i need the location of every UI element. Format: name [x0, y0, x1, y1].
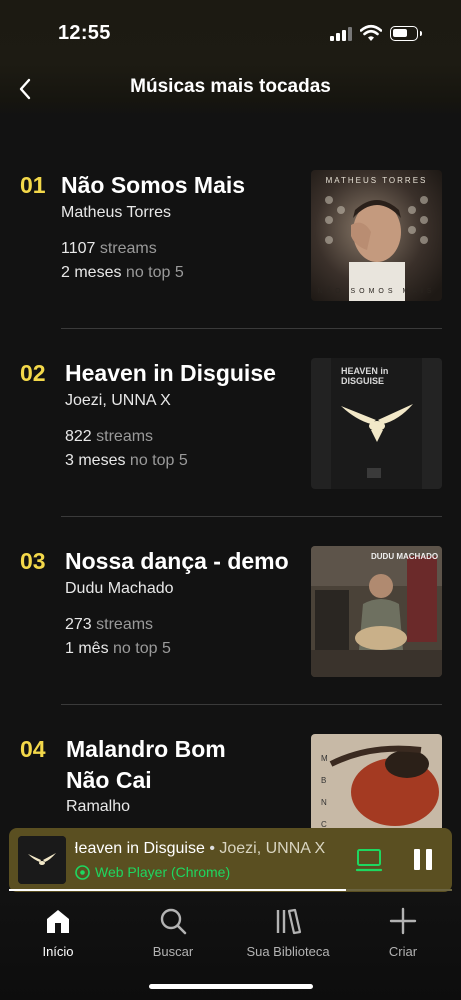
track-title: Malandro Bom Não Cai — [66, 736, 226, 793]
track-period: 1 mês no top 5 — [65, 640, 171, 658]
period-label: no top 5 — [129, 452, 188, 469]
tab-create[interactable]: Criar — [353, 906, 453, 959]
streams-count: 1107 — [61, 240, 96, 257]
track-artist[interactable]: Joezi, UNNA X — [65, 392, 171, 410]
album-cover[interactable]: DUDU MACHADO — [311, 546, 442, 677]
track-rank: 04 — [20, 736, 46, 762]
track-item[interactable]: 02 Heaven in Disguise Joezi, UNNA X 822 … — [0, 304, 461, 492]
playback-progress — [9, 889, 452, 891]
search-icon — [160, 908, 187, 935]
wifi-icon — [360, 24, 382, 41]
period-value: 2 meses — [61, 264, 122, 281]
plus-icon — [389, 907, 417, 935]
speaker-icon — [75, 864, 90, 880]
track-item[interactable]: 01 Não Somos Mais Matheus Torres 1107 st… — [0, 116, 461, 304]
page-title: Músicas mais tocadas — [130, 76, 331, 97]
track-artist[interactable]: Matheus Torres — [61, 204, 171, 222]
track-title: Heaven in Disguise — [65, 360, 276, 386]
track-item[interactable]: 03 Nossa dança - demo Dudu Machado 273 s… — [0, 492, 461, 680]
device-name: Web Player (Chrome) — [95, 864, 231, 880]
page-header: Músicas mais tocadas — [0, 64, 461, 116]
cover-artist-text: DUDU MACHADO — [371, 552, 439, 561]
cover-title-text: HEAVEN in DISGUISE — [341, 366, 389, 386]
track-streams: 273 streams — [65, 616, 153, 634]
pause-icon-bar — [414, 849, 420, 870]
album-cover[interactable]: MATHEUS TORRES NÃO SOMOS MAIS — [311, 170, 442, 301]
streams-label: streams — [96, 616, 154, 633]
streams-label: streams — [96, 428, 154, 445]
now-playing-artist: Joezi, UNNA X — [219, 840, 326, 857]
album-cover[interactable]: HEAVEN in DISGUISE — [311, 358, 442, 489]
tab-label: Criar — [388, 944, 418, 959]
album-cover[interactable]: M B N C — [311, 734, 442, 834]
track-period: 2 meses no top 5 — [61, 264, 184, 282]
cover-title-text: M B N C — [321, 754, 328, 829]
tab-search[interactable]: Buscar — [123, 906, 223, 959]
tab-label: Início — [42, 944, 74, 959]
period-label: no top 5 — [113, 640, 171, 657]
tab-library[interactable]: Sua Biblioteca — [238, 906, 338, 959]
connected-device: Web Player (Chrome) — [75, 864, 343, 880]
home-indicator — [149, 984, 313, 989]
period-label: no top 5 — [125, 264, 184, 281]
pause-icon-bar — [426, 849, 432, 870]
library-icon — [276, 908, 302, 935]
tab-home[interactable]: Início — [8, 906, 108, 959]
cover-title-text: NÃO SOMOS MAIS — [317, 288, 436, 295]
pause-button[interactable] — [411, 846, 435, 874]
tab-label: Sua Biblioteca — [246, 944, 330, 959]
progress-fill — [9, 889, 346, 891]
period-value: 1 mês — [65, 640, 109, 657]
track-rank: 02 — [20, 360, 46, 386]
cover-artist-text: MATHEUS TORRES — [325, 176, 428, 185]
track-rank: 01 — [20, 172, 46, 198]
streams-label: streams — [99, 240, 157, 257]
now-playing-info: Heaven in Disguise • Joezi, UNNA X Web P… — [75, 840, 343, 884]
title-separator: • — [209, 840, 215, 857]
period-value: 3 meses — [65, 452, 126, 469]
battery-icon — [390, 26, 422, 41]
now-playing-cover — [18, 836, 66, 884]
now-playing-bar[interactable]: Heaven in Disguise • Joezi, UNNA X Web P… — [9, 828, 452, 892]
track-streams: 1107 streams — [61, 240, 157, 258]
cellular-signal-icon — [330, 27, 352, 41]
track-title: Não Somos Mais — [61, 172, 246, 198]
status-time: 12:55 — [58, 22, 111, 44]
track-rank: 03 — [20, 548, 46, 574]
track-title: Nossa dança - demo — [65, 548, 289, 574]
streams-count: 822 — [65, 428, 92, 445]
streams-count: 273 — [65, 616, 92, 633]
connect-device-icon[interactable] — [355, 846, 383, 874]
track-streams: 822 streams — [65, 428, 153, 446]
track-artist[interactable]: Ramalho — [66, 798, 130, 816]
tab-label: Buscar — [152, 944, 194, 959]
track-artist[interactable]: Dudu Machado — [65, 580, 174, 598]
home-icon — [47, 910, 69, 933]
track-period: 3 meses no top 5 — [65, 452, 188, 470]
status-bar: 12:55 — [0, 0, 461, 64]
now-playing-title: Heaven in Disguise — [75, 840, 205, 857]
